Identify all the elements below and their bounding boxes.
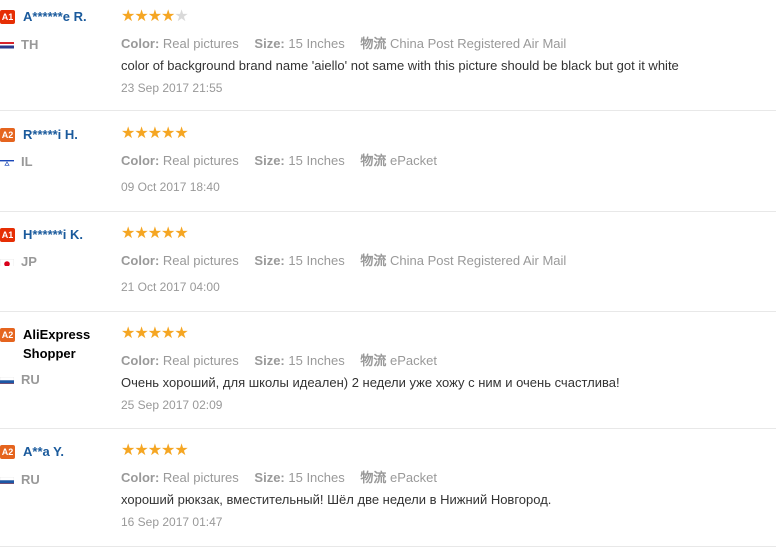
- star-empty-icon: ★: [174, 8, 188, 25]
- review-item: A2 A**a Y. RU ★★★★★ Color: Real pictures…: [0, 429, 776, 546]
- star-icon: ★: [147, 125, 162, 142]
- order-info: Color: Real pictures Size: 15 Inches 物流 …: [121, 150, 449, 169]
- review-text: color of background brand name 'aiello' …: [121, 58, 679, 73]
- star-icon: ★: [134, 325, 148, 342]
- star-icon: ★: [174, 125, 188, 142]
- color-value: Real pictures: [162, 153, 239, 168]
- review-date: 16 Sep 2017 01:47: [121, 515, 223, 529]
- shipping-label: 物流: [360, 153, 387, 168]
- review-text: хороший рюкзак, вместительный! Шёл две н…: [121, 492, 552, 507]
- order-info: Color: Real pictures Size: 15 Inches 物流 …: [121, 33, 578, 52]
- shipping-label: 物流: [360, 470, 387, 485]
- star-icon: ★: [121, 8, 135, 25]
- size-label: Size:: [254, 36, 285, 51]
- color-label: Color:: [121, 36, 160, 51]
- shipping-value: ePacket: [390, 353, 437, 368]
- color-label: Color:: [121, 253, 160, 268]
- color-value: Real pictures: [162, 253, 239, 268]
- flag-ru-icon: [0, 474, 14, 484]
- size-value: 15 Inches: [288, 253, 345, 268]
- star-icon: ★: [161, 225, 175, 242]
- order-info: Color: Real pictures Size: 15 Inches 物流 …: [121, 350, 449, 369]
- divider: [0, 546, 776, 547]
- buyer-name[interactable]: A******e R.: [23, 9, 87, 24]
- buyer-name[interactable]: H******i K.: [23, 227, 83, 242]
- size-value: 15 Inches: [288, 153, 345, 168]
- color-label: Color:: [121, 353, 160, 368]
- star-icon: ★: [121, 442, 135, 459]
- star-rating: ★★★★★: [121, 225, 189, 242]
- color-label: Color:: [121, 470, 160, 485]
- buyer-level-badge: A1: [0, 10, 15, 24]
- star-rating: ★★★★★: [121, 125, 189, 142]
- order-info: Color: Real pictures Size: 15 Inches 物流 …: [121, 467, 449, 486]
- buyer-level-badge: A2: [0, 445, 15, 459]
- buyer-country: RU: [21, 372, 40, 387]
- review-date: 21 Oct 2017 04:00: [121, 280, 220, 294]
- review-item: A2 R*****i H. IL ★★★★★ Color: Real pictu…: [0, 111, 776, 211]
- shipping-value: China Post Registered Air Mail: [390, 253, 567, 268]
- shipping-label: 物流: [360, 253, 387, 268]
- size-label: Size:: [254, 153, 285, 168]
- flag-jp-icon: [0, 256, 14, 266]
- shipping-value: ePacket: [390, 153, 437, 168]
- buyer-country: TH: [21, 37, 39, 52]
- size-value: 15 Inches: [288, 353, 345, 368]
- star-icon: ★: [134, 125, 148, 142]
- star-icon: ★: [161, 442, 175, 459]
- star-icon: ★: [134, 225, 148, 242]
- shipping-label: 物流: [360, 353, 387, 368]
- star-icon: ★: [161, 125, 175, 142]
- star-rating: ★★★★★: [121, 325, 189, 342]
- color-value: Real pictures: [162, 470, 239, 485]
- shipping-value: China Post Registered Air Mail: [390, 36, 567, 51]
- flag-ru-icon: [0, 374, 14, 384]
- star-icon: ★: [147, 225, 162, 242]
- star-icon: ★: [174, 442, 188, 459]
- star-icon: ★: [147, 442, 162, 459]
- flag-il-icon: [0, 156, 14, 166]
- star-icon: ★: [161, 8, 175, 25]
- buyer-name[interactable]: R*****i H.: [23, 127, 78, 142]
- size-label: Size:: [254, 353, 285, 368]
- star-icon: ★: [147, 325, 162, 342]
- buyer-name[interactable]: AliExpress Shopper: [0, 325, 133, 363]
- color-value: Real pictures: [162, 36, 239, 51]
- size-value: 15 Inches: [288, 470, 345, 485]
- buyer-country: RU: [21, 472, 40, 487]
- star-icon: ★: [134, 8, 148, 25]
- review-item: A1 A******e R. TH ★★★★★ Color: Real pict…: [0, 0, 776, 110]
- flag-th-icon: [0, 39, 14, 49]
- buyer-level-badge: A1: [0, 228, 15, 242]
- size-label: Size:: [254, 253, 285, 268]
- shipping-value: ePacket: [390, 470, 437, 485]
- size-value: 15 Inches: [288, 36, 345, 51]
- buyer-level-badge: A2: [0, 128, 15, 142]
- review-date: 09 Oct 2017 18:40: [121, 180, 220, 194]
- buyer-name[interactable]: A**a Y.: [23, 444, 64, 459]
- size-label: Size:: [254, 470, 285, 485]
- order-info: Color: Real pictures Size: 15 Inches 物流 …: [121, 250, 578, 269]
- star-icon: ★: [174, 225, 188, 242]
- star-icon: ★: [121, 225, 135, 242]
- review-item: A2 AliExpress Shopper RU ★★★★★ Color: Re…: [0, 312, 776, 428]
- buyer-country: IL: [21, 154, 33, 169]
- review-date: 23 Sep 2017 21:55: [121, 81, 223, 95]
- star-icon: ★: [134, 442, 148, 459]
- color-label: Color:: [121, 153, 160, 168]
- star-icon: ★: [121, 125, 135, 142]
- shipping-label: 物流: [360, 36, 387, 51]
- review-item: A1 H******i K. JP ★★★★★ Color: Real pict…: [0, 212, 776, 312]
- star-icon: ★: [121, 325, 135, 342]
- buyer-country: JP: [21, 254, 37, 269]
- star-rating: ★★★★★: [121, 442, 189, 459]
- review-date: 25 Sep 2017 02:09: [121, 398, 223, 412]
- color-value: Real pictures: [162, 353, 239, 368]
- review-text: Очень хороший, для школы идеален) 2 неде…: [121, 375, 620, 390]
- star-icon: ★: [147, 8, 162, 25]
- star-rating: ★★★★★: [121, 8, 189, 25]
- star-icon: ★: [174, 325, 188, 342]
- star-icon: ★: [161, 325, 175, 342]
